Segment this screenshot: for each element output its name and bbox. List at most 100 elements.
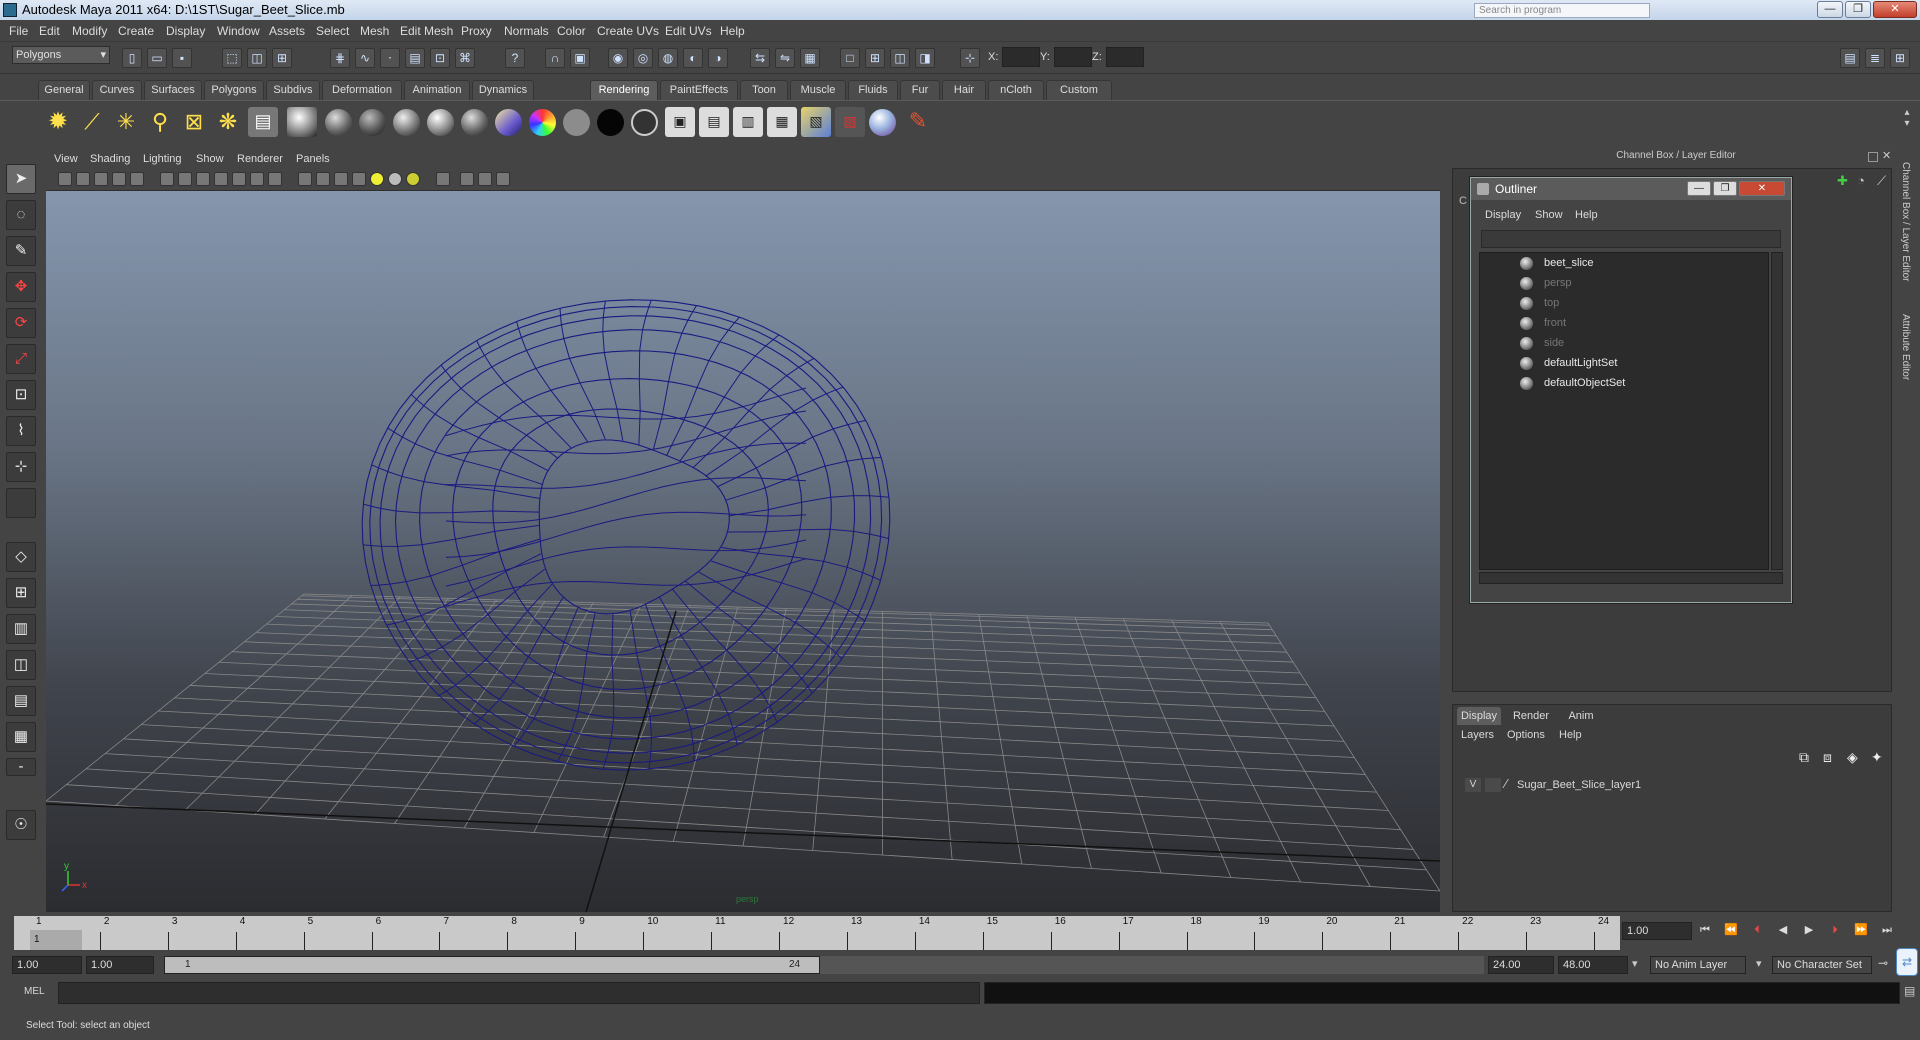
layout-two-icon[interactable]: ◫ <box>890 48 910 68</box>
show-channel-box-icon[interactable]: ▤ <box>1840 48 1860 68</box>
shelf-tab-ncloth[interactable]: nCloth <box>988 80 1044 100</box>
script-editor-icon[interactable]: ▤ <box>1904 984 1915 998</box>
shelf-tab-animation[interactable]: Animation <box>404 80 470 100</box>
wireframe-icon[interactable] <box>298 172 312 186</box>
outliner-item-side[interactable]: side <box>1544 337 1564 349</box>
menu-display[interactable]: Display <box>166 24 205 38</box>
range-track[interactable] <box>820 956 1484 974</box>
ramp-shader-icon[interactable] <box>529 109 556 136</box>
layout-persp-graph-icon[interactable]: ◫ <box>6 650 36 680</box>
shelf-tab-curves[interactable]: Curves <box>92 80 142 100</box>
layer-name[interactable]: Sugar_Beet_Slice_layer1 <box>1517 779 1641 791</box>
batch-render-icon[interactable]: ◑ <box>708 48 728 68</box>
ipr-render-icon[interactable]: ◎ <box>633 48 653 68</box>
layout-four-pane-icon[interactable]: ⊞ <box>6 578 36 608</box>
outliner-minimize-button[interactable]: — <box>1687 181 1711 196</box>
vp-menu-show[interactable]: Show <box>196 153 224 165</box>
shelf-tab-dynamics[interactable]: Dynamics <box>472 80 534 100</box>
shelf-tab-polygons[interactable]: Polygons <box>204 80 264 100</box>
layout-outliner-persp-icon[interactable]: ▥ <box>6 614 36 644</box>
close-button[interactable]: ✕ <box>1873 1 1917 18</box>
anim-layer-dropdown[interactable]: No Anim Layer <box>1650 956 1746 974</box>
textured-icon[interactable] <box>352 172 366 186</box>
last-tool-icon[interactable] <box>6 488 36 518</box>
safe-action-icon[interactable] <box>250 172 264 186</box>
outliner-list[interactable]: beet_slice persp top front side defaultL… <box>1479 252 1769 570</box>
render-settings-icon[interactable]: ◍ <box>658 48 678 68</box>
bookmarks-icon[interactable] <box>112 172 126 186</box>
help-icon[interactable]: ? <box>505 48 525 68</box>
show-tool-settings-icon[interactable]: ⊞ <box>1890 48 1910 68</box>
layer-tab-anim[interactable]: Anim <box>1561 707 1601 725</box>
new-scene-icon[interactable]: ▯ <box>122 48 142 68</box>
select-camera-icon[interactable] <box>58 172 72 186</box>
make-live-icon[interactable]: ⊡ <box>430 48 450 68</box>
menu-mesh[interactable]: Mesh <box>360 24 389 38</box>
render-icon[interactable]: ◉ <box>608 48 628 68</box>
render-current-frame-icon[interactable]: ▣ <box>665 107 695 137</box>
outliner-filter-input[interactable] <box>1481 230 1781 248</box>
layer-row[interactable]: V ⁄ Sugar_Beet_Slice_layer1 <box>1459 775 1885 795</box>
safe-title-icon[interactable] <box>268 172 282 186</box>
outliner-vertical-scrollbar[interactable] <box>1771 252 1783 570</box>
outliner-item-front[interactable]: front <box>1544 317 1566 329</box>
smooth-shade-icon[interactable] <box>316 172 330 186</box>
layer-visibility-toggle[interactable]: V <box>1465 778 1481 792</box>
menu-edit[interactable]: Edit <box>39 24 60 38</box>
menu-create-uvs[interactable]: Create UVs <box>597 24 659 38</box>
command-input[interactable] <box>58 982 980 1004</box>
menu-normals[interactable]: Normals <box>504 24 549 38</box>
show-attribute-editor-icon[interactable]: ≣ <box>1865 48 1885 68</box>
time-slider[interactable]: 1 2 3 4 5 6 7 8 9 10 11 12 13 14 15 16 17 18 19 20 21 22 23 24 … <box>14 916 1620 950</box>
menu-help[interactable]: Help <box>720 24 745 38</box>
surface-shader-icon[interactable] <box>563 109 590 136</box>
blinn-material-icon[interactable] <box>325 109 352 136</box>
menu-file[interactable]: File <box>9 24 28 38</box>
layout-hypershade-icon[interactable]: ▤ <box>6 686 36 716</box>
create-layer-from-selected-icon[interactable]: ✦ <box>1871 749 1883 766</box>
render-view-icon[interactable]: ▣ <box>570 48 590 68</box>
magnet-icon[interactable]: ∩ <box>545 48 565 68</box>
menu-modify[interactable]: Modify <box>72 24 107 38</box>
outliner-item-default-light-set[interactable]: defaultLightSet <box>1544 357 1617 369</box>
vp-menu-shading[interactable]: Shading <box>90 153 130 165</box>
input-line-icon[interactable]: ⇆ <box>750 48 770 68</box>
save-scene-icon[interactable]: ▪ <box>172 48 192 68</box>
use-all-lights-icon[interactable] <box>370 172 384 186</box>
select-tool-icon[interactable]: ➤ <box>6 164 36 194</box>
show-manip-icon[interactable]: ⊹ <box>6 452 36 482</box>
shelf-tab-fluids[interactable]: Fluids <box>848 80 898 100</box>
layered-shader-icon[interactable] <box>495 109 522 136</box>
menu-set-dropdown[interactable]: Polygons ▾ <box>12 46 110 64</box>
layout-persp-icon[interactable]: ◨ <box>915 48 935 68</box>
universal-manip-icon[interactable]: ⊡ <box>6 380 36 410</box>
command-language-label[interactable]: MEL <box>24 986 45 997</box>
channel-box-float-icon[interactable] <box>1868 152 1878 162</box>
camera-aim-icon[interactable] <box>287 107 317 137</box>
paint-brush-icon[interactable]: ✎ <box>903 107 933 137</box>
preferences-icon[interactable]: ⇄ <box>1896 948 1918 976</box>
move-layer-down-icon[interactable]: ⧈ <box>1823 749 1832 766</box>
outliner-menu-display[interactable]: Display <box>1485 209 1521 221</box>
outliner-menu-help[interactable]: Help <box>1575 209 1598 221</box>
minimize-button[interactable]: — <box>1817 1 1843 18</box>
menu-assets[interactable]: Assets <box>269 24 305 38</box>
shelf-tab-toon[interactable]: Toon <box>740 80 788 100</box>
vp-menu-panels[interactable]: Panels <box>296 153 330 165</box>
vp-menu-lighting[interactable]: Lighting <box>143 153 182 165</box>
hypershade-shelf-icon[interactable]: ▦ <box>767 107 797 137</box>
layer-menu-options[interactable]: Options <box>1507 729 1545 741</box>
perspective-viewport[interactable]: x y persp <box>46 191 1440 912</box>
menu-edit-mesh[interactable]: Edit Mesh <box>400 24 453 38</box>
outliner-menu-show[interactable]: Show <box>1535 209 1563 221</box>
step-forward-key-icon[interactable]: ⏩ <box>1852 922 1870 938</box>
start-time-field[interactable]: 1.00 <box>12 956 82 974</box>
snap-grid-icon[interactable]: ⋕ <box>330 48 350 68</box>
shelf-tab-painteffects[interactable]: PaintEffects <box>660 80 738 100</box>
outliner-horizontal-scrollbar[interactable] <box>1479 572 1783 584</box>
snap-point-icon[interactable]: ⋅ <box>380 48 400 68</box>
layer-menu-layers[interactable]: Layers <box>1461 729 1494 741</box>
channel-box-close-icon[interactable]: ✕ <box>1882 150 1894 162</box>
use-background-icon[interactable] <box>597 109 624 136</box>
viewport-canvas[interactable]: x y persp <box>46 191 1440 912</box>
